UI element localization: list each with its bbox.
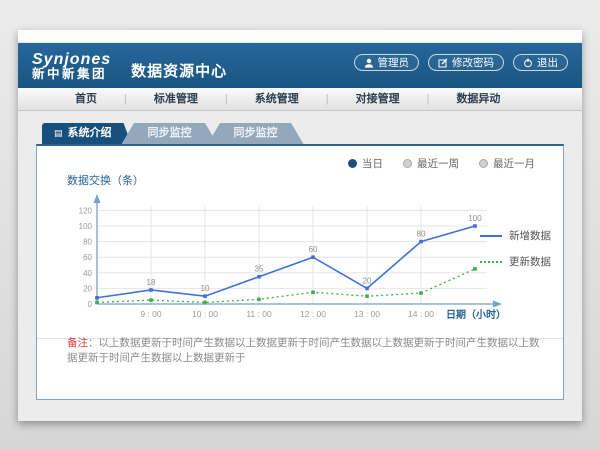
tab-system-intro[interactable]: ▤ 系统介绍 [42, 123, 132, 144]
app-header: Synjones 新中新集团 数据资源中心 管理员 修改密码 [18, 43, 582, 88]
radio-today[interactable]: 当日 [348, 156, 383, 171]
edit-icon [438, 58, 448, 68]
x-tick-label: 14 : 00 [408, 309, 434, 319]
radio-unselected-icon [479, 159, 488, 168]
tab-sync-monitor-1[interactable]: 同步监控 [122, 123, 218, 144]
browser-top-strip [18, 30, 582, 43]
logo-text-cn: 新中新集团 [32, 68, 111, 81]
app-window: Synjones 新中新集团 数据资源中心 管理员 修改密码 [18, 30, 582, 421]
x-tick-label: 11 : 00 [246, 309, 272, 319]
data-point [473, 267, 477, 271]
x-tick-label: 13 : 00 [354, 309, 380, 319]
content-area: ▤ 系统介绍 同步监控 同步监控 当日 最近一周 [18, 111, 582, 421]
radio-selected-icon [348, 159, 357, 168]
chart-panel: 当日 最近一周 最近一月 数据交换（条） 0 20 40 60 80 100 120 9 : … [36, 144, 564, 400]
radio-last-week[interactable]: 最近一周 [403, 156, 459, 171]
power-icon [523, 58, 533, 68]
y-tick-label: 120 [79, 206, 93, 215]
legend-line-dotted-icon [480, 261, 502, 263]
tab-sync-monitor-2[interactable]: 同步监控 [208, 123, 304, 144]
footnote: 备注：以上数据更新于时间产生数据以上数据更新于时间产生数据以上数据更新于时间产生… [67, 335, 547, 365]
legend-label: 更新数据 [509, 254, 551, 269]
y-tick-label: 40 [83, 269, 92, 278]
range-selector: 当日 最近一周 最近一月 [348, 156, 535, 171]
data-point [473, 224, 477, 228]
data-point-label: 20 [363, 276, 372, 285]
data-point [419, 240, 423, 244]
nav-item-standard-mgmt[interactable]: 标准管理 [127, 88, 225, 111]
y-tick-label: 0 [88, 300, 93, 309]
legend-label: 新增数据 [509, 228, 551, 243]
footnote-label: 备注 [67, 337, 88, 349]
y-tick-label: 80 [83, 238, 92, 247]
footnote-text: ：以上数据更新于时间产生数据以上数据更新于时间产生数据以上数据更新于时间产生数据… [67, 337, 540, 364]
data-point-label: 18 [147, 278, 156, 287]
user-button[interactable]: 管理员 [354, 54, 420, 71]
legend-item-updated-data[interactable]: 更新数据 [480, 254, 551, 269]
data-point-label: 60 [309, 245, 318, 254]
data-point-label: 100 [468, 214, 482, 223]
x-axis-title: 日期（小时） [446, 308, 506, 321]
logout-button-label: 退出 [537, 55, 558, 70]
data-point-label: 35 [255, 265, 264, 274]
data-point [365, 294, 369, 298]
y-axis-arrow-icon [94, 194, 101, 203]
y-tick-label: 20 [83, 284, 92, 293]
company-logo: Synjones 新中新集团 [32, 52, 111, 82]
user-button-label: 管理员 [378, 55, 410, 70]
data-point [311, 255, 315, 259]
legend-line-solid-icon [480, 235, 502, 237]
change-password-label: 修改密码 [452, 55, 494, 70]
tab-label: 系统介绍 [68, 123, 112, 144]
x-axis-arrow-icon [493, 301, 502, 308]
nav-item-home[interactable]: 首页 [48, 88, 124, 111]
nav-item-data-change[interactable]: 数据异动 [429, 88, 527, 111]
tab-label: 同步监控 [234, 127, 278, 139]
data-point-label: 10 [201, 284, 210, 293]
user-icon [364, 58, 374, 68]
radio-unselected-icon [403, 159, 412, 168]
data-point [257, 275, 261, 279]
chart-legend: 新增数据 更新数据 [480, 228, 551, 269]
data-point [203, 294, 207, 298]
change-password-button[interactable]: 修改密码 [428, 54, 504, 71]
y-tick-label: 60 [83, 253, 92, 262]
y-axis-title: 数据交换（条） [67, 172, 144, 188]
data-point [149, 288, 153, 292]
radio-label: 最近一月 [493, 156, 535, 171]
header-buttons: 管理员 修改密码 退出 [354, 54, 569, 71]
data-point [95, 301, 99, 305]
radio-last-month[interactable]: 最近一月 [479, 156, 535, 171]
data-point-label: 80 [417, 230, 426, 239]
radio-label: 最近一周 [417, 156, 459, 171]
data-point [257, 298, 261, 302]
chart-container: 0 20 40 60 80 100 120 9 : 00 10 : 00 11 : 00 12 : … [63, 190, 508, 333]
data-point [95, 296, 99, 300]
page-title: 数据资源中心 [131, 60, 227, 81]
data-point [365, 287, 369, 291]
data-point [203, 301, 207, 305]
y-tick-label: 100 [79, 222, 93, 231]
line-chart: 0 20 40 60 80 100 120 9 : 00 10 : 00 11 : 00 12 : … [63, 190, 508, 328]
nav-item-system-mgmt[interactable]: 系统管理 [228, 88, 326, 111]
x-tick-label: 9 : 00 [140, 309, 162, 319]
nav-item-docking-mgmt[interactable]: 对接管理 [329, 88, 427, 111]
logo-text-en: Synjones [32, 52, 111, 69]
logout-button[interactable]: 退出 [513, 54, 568, 71]
data-point [311, 291, 315, 295]
radio-label: 当日 [362, 156, 383, 171]
tab-bar: ▤ 系统介绍 同步监控 同步监控 [42, 123, 570, 144]
tab-label: 同步监控 [148, 127, 192, 139]
data-point [149, 298, 153, 302]
x-tick-label: 12 : 00 [300, 309, 326, 319]
main-nav: 首页 | 标准管理 | 系统管理 | 对接管理 | 数据异动 [18, 88, 582, 111]
document-icon: ▤ [54, 129, 63, 138]
x-tick-label: 10 : 00 [192, 309, 218, 319]
legend-item-new-data[interactable]: 新增数据 [480, 228, 551, 243]
data-point [419, 291, 423, 295]
